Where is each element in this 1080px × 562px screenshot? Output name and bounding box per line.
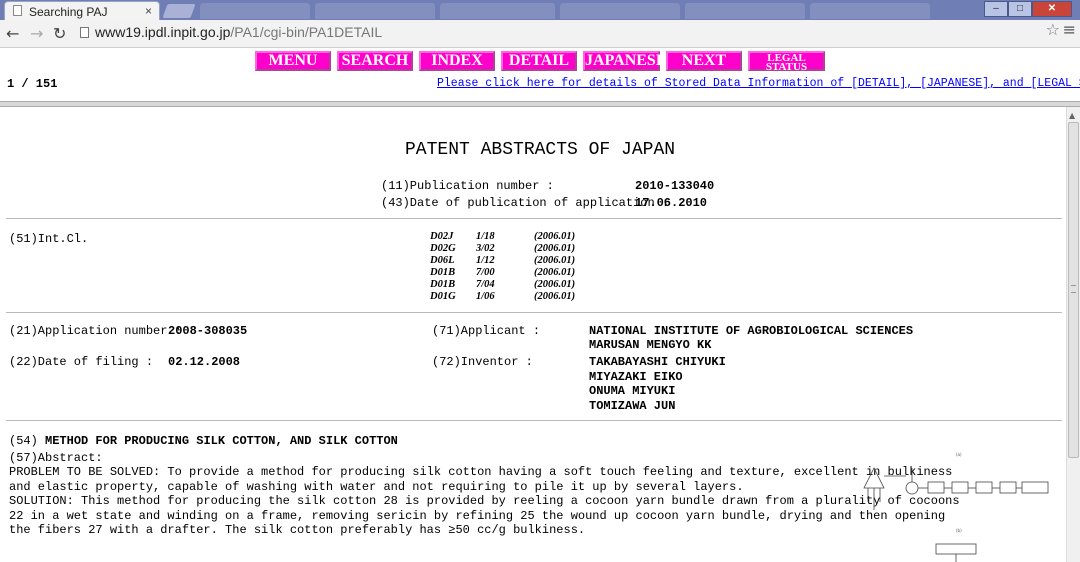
applicant-name: MARUSAN MENGYO KK (589, 338, 712, 352)
filing-date-label: (22)Date of filing : (9, 355, 154, 369)
abstract-line: the fibers 27 with a drafter. The silk c… (9, 523, 586, 537)
background-tab[interactable] (200, 3, 310, 19)
browser-toolbar: ← → ↻ www19.ipdl.inpit.go.jp/PA1/cgi-bin… (0, 20, 1080, 48)
title-prefix: (54) (9, 434, 38, 448)
inventor-name: MIYAZAKI EIKO (589, 370, 683, 384)
background-tab[interactable] (440, 3, 555, 19)
divider (6, 218, 1062, 219)
ipc-version: (2006.01) (534, 243, 576, 254)
close-window-icon[interactable]: ✕ (1032, 1, 1072, 17)
background-tab[interactable] (560, 3, 680, 19)
ipc-code: D02J (430, 231, 454, 242)
result-counter: 1 / 151 (7, 77, 58, 91)
inventor-label: (72)Inventor : (432, 355, 533, 369)
application-number: 2008-308035 (168, 324, 248, 338)
window-controls: – □ ✕ (984, 1, 1072, 17)
publication-date: 17.06.2010 (635, 196, 708, 210)
ipc-code: D06L (430, 255, 455, 266)
back-icon[interactable]: ← (6, 24, 19, 43)
ipc-group: 1/06 (476, 291, 495, 302)
ipc-group: 7/04 (476, 279, 495, 290)
address-bar[interactable]: www19.ipdl.inpit.go.jp/PA1/cgi-bin/PA1DE… (76, 23, 1056, 43)
ipc-version: (2006.01) (534, 231, 576, 242)
abstract-line: PROBLEM TO BE SOLVED: To provide a metho… (9, 465, 953, 479)
bookmark-star-icon[interactable]: ☆ (1046, 20, 1060, 39)
tab-close-icon[interactable]: × (145, 4, 152, 18)
svg-text:(a): (a) (956, 452, 962, 457)
svg-text:(b): (b) (956, 528, 962, 533)
nav-frame: MENU SEARCH INDEX DETAIL JAPANESE NEXT L… (0, 48, 1080, 103)
index-button[interactable]: INDEX (419, 51, 495, 71)
publication-date-label: (43)Date of publication of application : (381, 196, 670, 210)
ipc-code: D02G (430, 243, 456, 254)
page-icon (80, 27, 89, 38)
ipc-version: (2006.01) (534, 291, 576, 302)
browser-menu-icon[interactable]: ≡ (1063, 20, 1076, 39)
ipc-code: D01B (430, 267, 456, 278)
frame-divider[interactable] (0, 101, 1080, 107)
forward-icon[interactable]: → (30, 24, 43, 43)
page-title: PATENT ABSTRACTS OF JAPAN (405, 140, 676, 160)
filing-date: 02.12.2008 (168, 355, 241, 369)
publication-number-label: (11)Publication number : (381, 179, 554, 193)
next-button[interactable]: NEXT (666, 51, 742, 71)
abstract-line: and elastic property, capable of washing… (9, 480, 744, 494)
stored-data-link[interactable]: Please click here for details of Stored … (437, 77, 1080, 90)
invention-title: METHOD FOR PRODUCING SILK COTTON, AND SI… (45, 434, 398, 448)
search-button[interactable]: SEARCH (337, 51, 413, 71)
ipc-code: D01G (430, 291, 456, 302)
maximize-icon[interactable]: □ (1008, 1, 1032, 17)
background-tab[interactable] (685, 3, 805, 19)
intcl-label: (51)Int.Cl. (9, 232, 89, 246)
menu-button[interactable]: MENU (255, 51, 331, 71)
ipc-group: 1/18 (476, 231, 495, 242)
divider (6, 420, 1062, 421)
scroll-grip-icon (1071, 285, 1076, 293)
status-label: STATUS (765, 61, 808, 73)
abstract-line: 22 in a wet state and winding on a frame… (9, 509, 946, 523)
publication-number: 2010-133040 (635, 179, 715, 193)
ipc-code: D01B (430, 279, 456, 290)
browser-tab[interactable]: Searching PAJ × (4, 1, 160, 20)
reload-icon[interactable]: ↻ (53, 24, 66, 43)
ipc-group: 1/12 (476, 255, 495, 266)
ipc-version: (2006.01) (534, 279, 576, 290)
background-tab[interactable] (810, 3, 930, 19)
scroll-thumb[interactable] (1068, 122, 1079, 458)
ipc-group: 3/02 (476, 243, 495, 254)
minimize-icon[interactable]: – (984, 1, 1008, 17)
ipc-group: 7/00 (476, 267, 495, 278)
divider (6, 312, 1062, 313)
detail-button[interactable]: DETAIL (501, 51, 577, 71)
japanese-button[interactable]: JAPANESE (583, 51, 667, 71)
inventor-name: TAKABAYASHI CHIYUKI (589, 355, 726, 369)
abstract-drawing: (a) (b) (863, 452, 1049, 562)
inventor-name: ONUMA MIYUKI (589, 384, 676, 398)
tab-title: Searching PAJ (29, 5, 108, 19)
vertical-scrollbar[interactable]: ▲ (1066, 107, 1080, 562)
inventor-name: TOMIZAWA JUN (589, 399, 676, 413)
ipc-version: (2006.01) (534, 255, 576, 266)
applicant-label: (71)Applicant : (432, 324, 541, 338)
invention-title-row: (54) METHOD FOR PRODUCING SILK COTTON, A… (9, 434, 398, 448)
browser-titlebar: Searching PAJ × – □ ✕ (0, 0, 1080, 20)
url-text[interactable]: www19.ipdl.inpit.go.jp/PA1/cgi-bin/PA1DE… (95, 24, 382, 40)
background-tab[interactable] (315, 3, 435, 19)
page-icon (13, 5, 22, 16)
applicant-name: NATIONAL INSTITUTE OF AGROBIOLOGICAL SCI… (589, 324, 914, 338)
abstract-label: (57)Abstract: (9, 451, 103, 465)
scroll-up-icon[interactable]: ▲ (1069, 111, 1075, 120)
application-number-label: (21)Application number : (9, 324, 182, 338)
abstract-line: SOLUTION: This method for producing the … (9, 494, 960, 508)
new-tab-button[interactable] (162, 4, 196, 18)
ipc-version: (2006.01) (534, 267, 576, 278)
legal-status-button[interactable]: LEGAL STATUS (748, 51, 825, 73)
